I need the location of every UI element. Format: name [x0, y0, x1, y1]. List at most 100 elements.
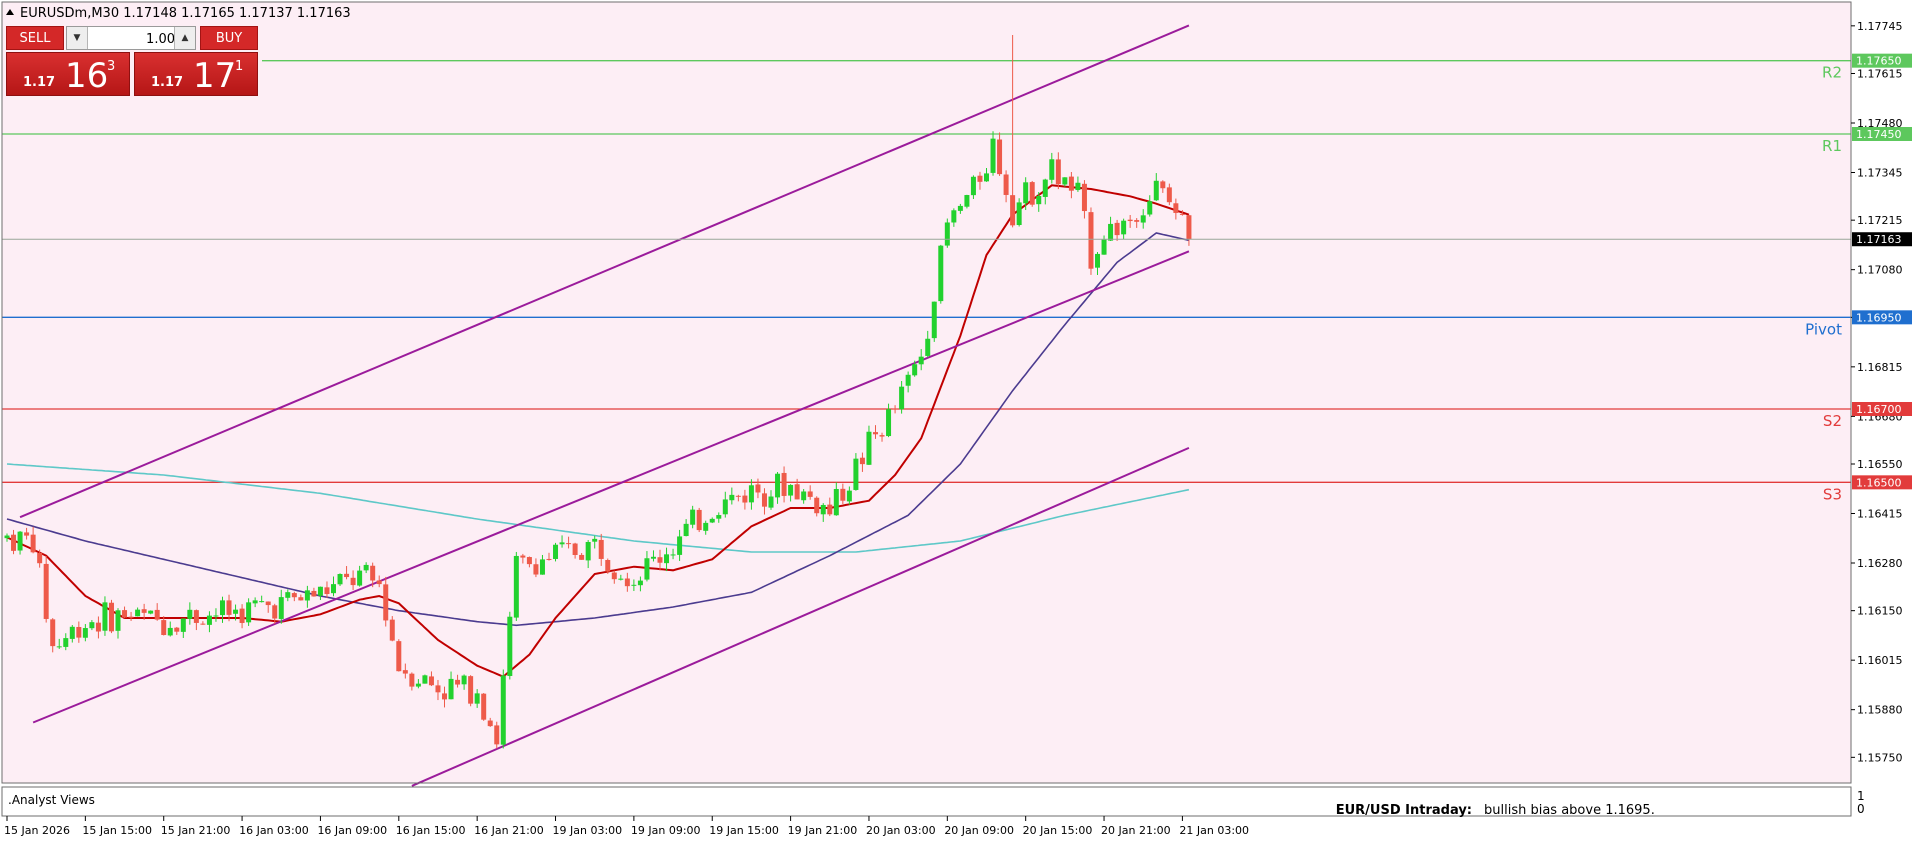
candle-body	[383, 584, 389, 621]
candle-body	[1003, 174, 1009, 195]
candle-body	[337, 574, 343, 585]
candle-body	[853, 458, 859, 490]
header-bar: EURUSDm,M30 1.17148 1.17165 1.17137 1.17…	[6, 6, 351, 21]
candle-body	[1140, 215, 1146, 223]
candle-body	[1036, 196, 1042, 205]
candle-body	[1075, 182, 1081, 191]
candle-body	[30, 534, 36, 553]
candle-body	[631, 584, 637, 586]
candle-body	[611, 572, 617, 580]
indicator-scale-top: 1	[1857, 789, 1865, 803]
candle-body	[396, 641, 402, 672]
candle-body	[775, 473, 781, 498]
candle-body	[918, 356, 924, 365]
sell-price-button[interactable]: 1.17 16 3	[6, 52, 130, 96]
candle-body	[428, 676, 434, 686]
candle-body	[95, 622, 101, 632]
level-price-label: 1.16700	[1856, 403, 1902, 416]
candle-body	[520, 555, 526, 558]
x-tick-label: 20 Jan 21:00	[1101, 824, 1171, 837]
candle-body	[526, 557, 532, 565]
candle-body	[69, 626, 75, 639]
sell-button[interactable]: SELL	[6, 26, 64, 50]
volume-stepper[interactable]: ▼ ▲	[66, 26, 196, 50]
candle-body	[1114, 222, 1120, 236]
buy-price-button[interactable]: 1.17 17 1	[134, 52, 258, 96]
price-chart[interactable]: 1.177451.176151.174801.173451.172151.170…	[0, 0, 1916, 840]
candle-body	[742, 495, 748, 503]
candle-body	[174, 627, 180, 632]
candle-body	[1127, 219, 1133, 222]
candle-body	[657, 557, 663, 563]
y-tick-label: 1.16150	[1857, 605, 1903, 618]
current-price-label: 1.17163	[1856, 233, 1902, 246]
candle-body	[957, 205, 963, 211]
level-name: S2	[1823, 412, 1842, 430]
candle-body	[840, 488, 846, 501]
candle-body	[1029, 182, 1035, 205]
candle-body	[820, 504, 826, 515]
candle-body	[402, 670, 408, 674]
candle-body	[233, 609, 239, 614]
candle-body	[1095, 253, 1101, 268]
candle-body	[1134, 220, 1140, 222]
candle-body	[559, 542, 565, 545]
x-tick-label: 15 Jan 2026	[4, 824, 70, 837]
candle-body	[435, 685, 441, 693]
candle-body	[729, 494, 735, 501]
candle-body	[1016, 202, 1022, 226]
candle-body	[572, 543, 578, 555]
level-price-label: 1.17450	[1856, 128, 1902, 141]
x-tick-label: 19 Jan 03:00	[553, 824, 623, 837]
candle-body	[468, 676, 474, 704]
x-tick-label: 16 Jan 09:00	[317, 824, 387, 837]
x-tick-label: 21 Jan 03:00	[1179, 824, 1249, 837]
candle-body	[1108, 223, 1114, 241]
candle-body	[494, 725, 500, 745]
candle-body	[1179, 213, 1185, 215]
volume-down-icon[interactable]: ▼	[67, 27, 88, 49]
candle-body	[735, 495, 741, 497]
candle-body	[108, 602, 114, 632]
candle-body	[291, 593, 297, 598]
candle-body	[350, 577, 356, 586]
candle-body	[1068, 176, 1074, 191]
symbol-header: EURUSDm,M30 1.17148 1.17165 1.17137 1.17…	[20, 6, 351, 21]
candle-body	[24, 532, 30, 536]
candle-body	[592, 538, 598, 542]
candle-body	[507, 616, 513, 676]
buy-price-sup: 1	[235, 59, 244, 74]
candle-body	[807, 491, 813, 497]
volume-up-icon[interactable]: ▲	[174, 27, 195, 49]
buy-button[interactable]: BUY	[200, 26, 258, 50]
candle-body	[905, 374, 911, 386]
candle-body	[722, 499, 728, 515]
candle-body	[513, 555, 519, 618]
candle-body	[324, 587, 330, 595]
candle-body	[1153, 180, 1159, 201]
candle-body	[755, 484, 761, 493]
candle-body	[794, 484, 800, 500]
candle-body	[664, 554, 670, 564]
candle-body	[311, 590, 317, 597]
volume-input[interactable]	[89, 29, 177, 49]
candle-body	[135, 609, 141, 617]
level-name: R1	[1822, 137, 1842, 155]
candle-body	[1062, 177, 1068, 185]
candle-body	[977, 175, 983, 182]
chart-area[interactable]: 1.17745 1.17615 1.17480 1.17345 1.17215 1.170…	[0, 0, 1916, 840]
candle-body	[709, 518, 715, 523]
candle-body	[206, 615, 212, 625]
indicator-headline: EUR/USD Intraday:	[1336, 803, 1472, 818]
candle-body	[298, 597, 304, 601]
candle-body	[886, 409, 892, 437]
candle-body	[748, 485, 754, 503]
x-tick-label: 19 Jan 21:00	[788, 824, 858, 837]
candle-body	[539, 559, 545, 575]
candle-body	[859, 457, 865, 465]
candle-body	[239, 608, 245, 623]
candle-body	[846, 490, 852, 502]
candle-body	[415, 683, 421, 687]
candle-body	[357, 570, 363, 586]
candle-body	[644, 558, 650, 580]
